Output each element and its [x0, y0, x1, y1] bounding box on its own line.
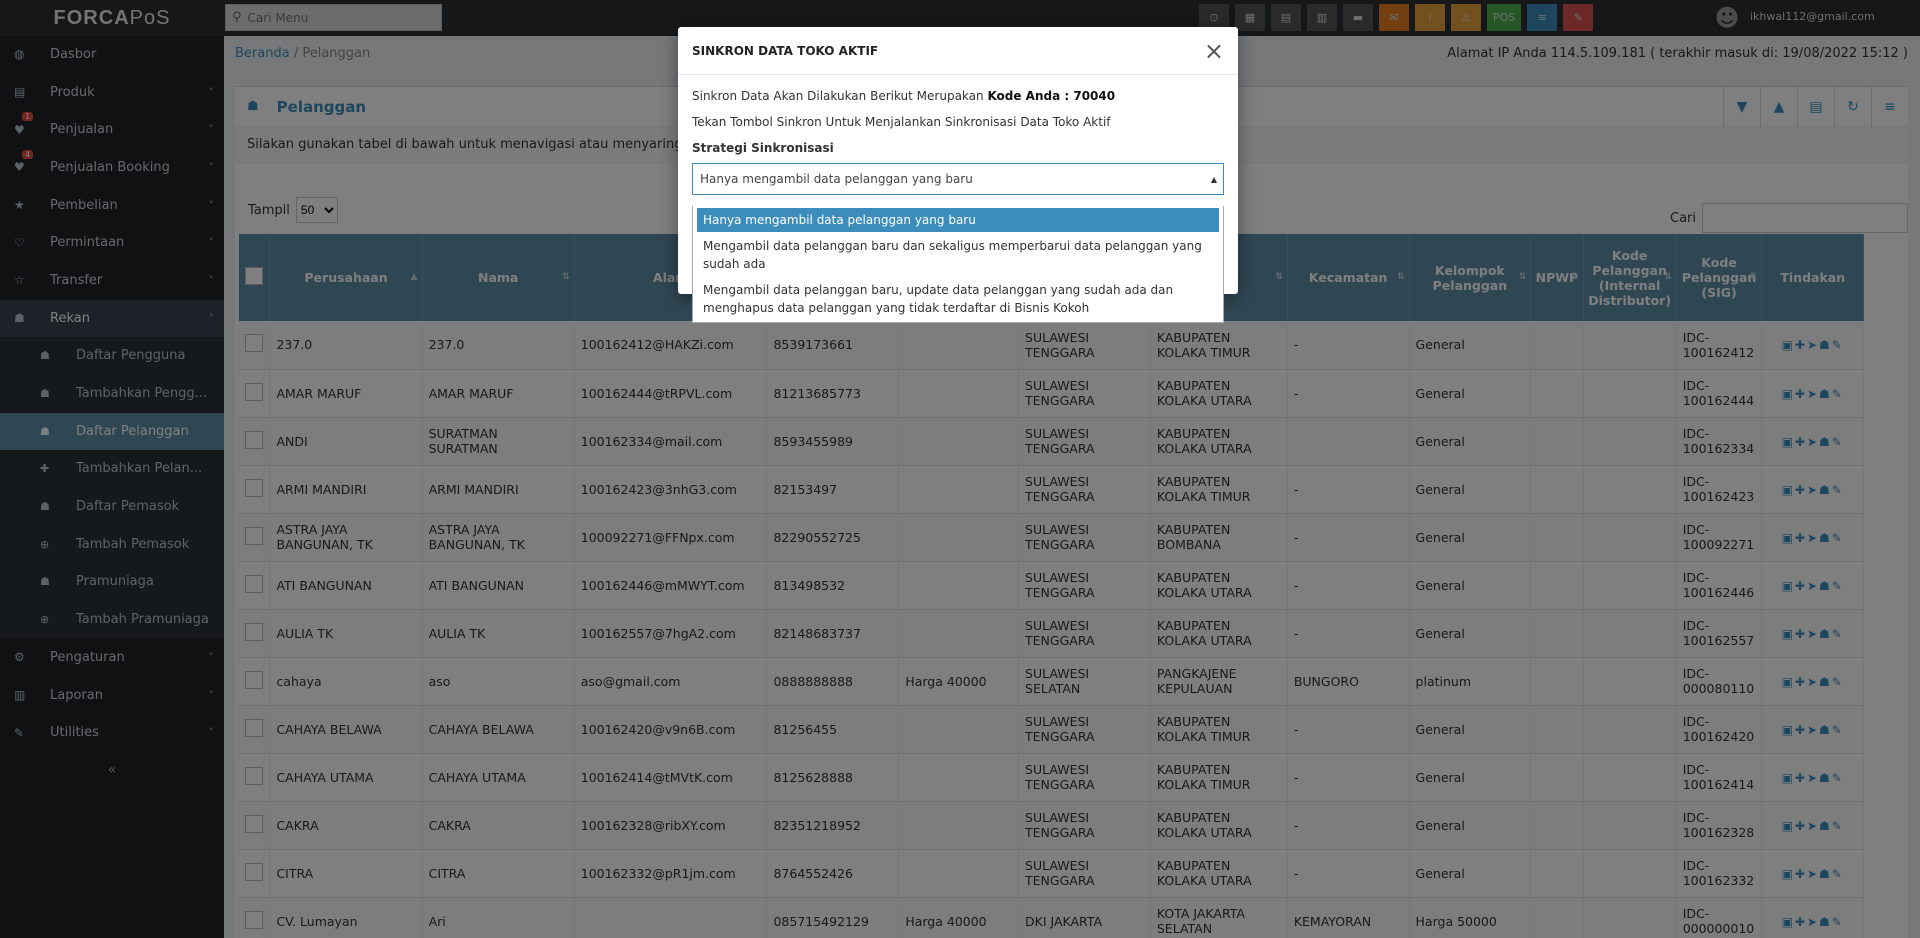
close-icon[interactable]: × — [1204, 37, 1224, 65]
modal-body: Sinkron Data Akan Dilakukan Berikut Meru… — [678, 75, 1238, 209]
strategy-option[interactable]: Mengambil data pelanggan baru, update da… — [697, 278, 1219, 320]
strategy-label: Strategi Sinkronisasi — [692, 141, 834, 155]
modal-header: SINKRON DATA TOKO AKTIF — [678, 27, 1238, 75]
strategy-select[interactable]: Hanya mengambil data pelanggan yang baru… — [692, 163, 1224, 195]
caret-up-icon: ▲ — [1210, 174, 1217, 184]
strategy-dropdown: Hanya mengambil data pelanggan yang baru… — [692, 206, 1224, 323]
modal-line-1-text: Sinkron Data Akan Dilakukan Berikut Meru… — [692, 89, 988, 103]
modal-line-1: Sinkron Data Akan Dilakukan Berikut Meru… — [692, 89, 1224, 103]
modal-code: Kode Anda : 70040 — [987, 89, 1116, 103]
modal-title: SINKRON DATA TOKO AKTIF — [692, 43, 879, 58]
modal-line-2: Tekan Tombol Sinkron Untuk Menjalankan S… — [692, 115, 1111, 129]
strategy-option[interactable]: Hanya mengambil data pelanggan yang baru — [697, 208, 1219, 232]
strategy-selected-value: Hanya mengambil data pelanggan yang baru — [700, 172, 973, 186]
strategy-option[interactable]: Mengambil data pelanggan baru dan sekali… — [697, 234, 1219, 276]
